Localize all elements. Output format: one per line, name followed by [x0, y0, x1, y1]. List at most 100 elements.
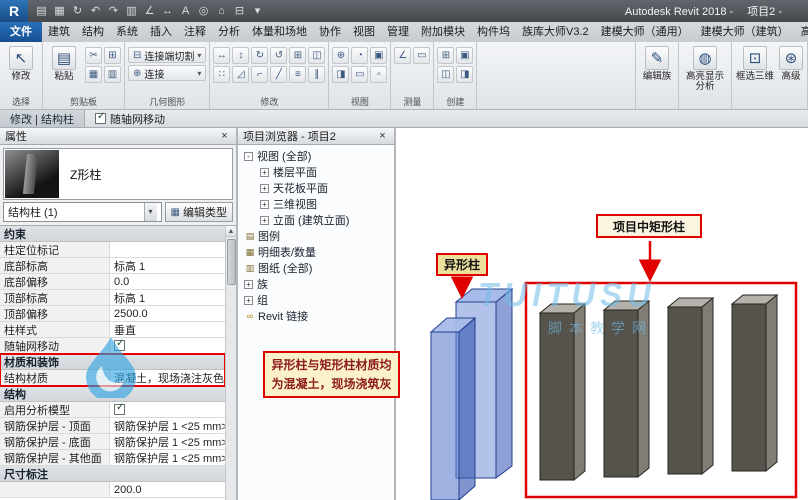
- create-group-icon[interactable]: ⊞: [437, 47, 454, 64]
- tab-file[interactable]: 文件: [0, 22, 42, 42]
- scrollbar-thumb[interactable]: [227, 239, 236, 285]
- displace-elements-icon[interactable]: ▭: [351, 66, 368, 83]
- customize-qat-icon[interactable]: ▾: [249, 3, 266, 20]
- join-button[interactable]: ⊕ 连接 ▾: [128, 65, 206, 81]
- redo-icon[interactable]: ↷: [105, 3, 122, 20]
- rect-column-2[interactable]: [604, 301, 649, 477]
- tab-modeling-master-general[interactable]: 建模大师（通用）: [595, 22, 695, 42]
- measure-tool-icon[interactable]: ∠: [394, 47, 411, 64]
- tab-view[interactable]: 视图: [347, 22, 381, 42]
- tab-analyze[interactable]: 分析: [212, 22, 246, 42]
- edit-family-button[interactable]: ✎ 编辑族: [639, 44, 675, 82]
- paste-options-icon[interactable]: ▥: [104, 66, 121, 83]
- property-group-dimensions[interactable]: 尺寸标注: [0, 466, 225, 482]
- browse-material-button[interactable]: [224, 372, 225, 384]
- trim-icon[interactable]: ⌐: [251, 66, 268, 83]
- tree-item-floor-plans[interactable]: +楼层平面: [238, 164, 394, 180]
- rect-column-4[interactable]: [732, 295, 777, 471]
- close-icon[interactable]: ×: [218, 130, 231, 142]
- tree-item-groups[interactable]: +组: [238, 292, 394, 308]
- 3d-view[interactable]: [396, 128, 808, 500]
- edit-type-button[interactable]: ▦ 编辑类型: [165, 202, 233, 222]
- checkbox[interactable]: [114, 340, 125, 351]
- tree-item-views[interactable]: -视图 (全部): [238, 148, 394, 164]
- join-end-cut-button[interactable]: ⊟ 连接端切割 ▾: [128, 47, 206, 63]
- tree-item-3d-views[interactable]: +三维视图: [238, 196, 394, 212]
- type-preview[interactable]: Z形柱: [3, 148, 233, 200]
- mirror-icon[interactable]: ↺: [270, 47, 287, 64]
- create-assembly-icon[interactable]: ◫: [437, 66, 454, 83]
- array-icon[interactable]: ⊞: [289, 47, 306, 64]
- tab-massing-site[interactable]: 体量和场地: [246, 22, 313, 42]
- tab-structure[interactable]: 结构: [76, 22, 110, 42]
- tab-family-library-master[interactable]: 族库大师V3.2: [516, 22, 595, 42]
- expand-icon[interactable]: +: [260, 216, 269, 225]
- tab-component-hub[interactable]: 构件坞: [471, 22, 516, 42]
- move-with-grids-option[interactable]: 随轴网移动: [95, 111, 165, 127]
- tree-item-families[interactable]: +族: [238, 276, 394, 292]
- hide-element-icon[interactable]: ⊕: [332, 47, 349, 64]
- move-icon[interactable]: ↔: [213, 47, 230, 64]
- sync-icon[interactable]: ↻: [69, 3, 86, 20]
- property-group-materials[interactable]: 材质和装饰: [0, 354, 225, 370]
- z-shaped-column[interactable]: [431, 289, 512, 500]
- scroll-up-icon[interactable]: ▲: [226, 226, 236, 237]
- expand-icon[interactable]: +: [244, 280, 253, 289]
- properties-header[interactable]: 属性 ×: [0, 128, 236, 145]
- tree-item-ceiling-plans[interactable]: +天花板平面: [238, 180, 394, 196]
- tab-architecture[interactable]: 建筑: [42, 22, 76, 42]
- scale-icon[interactable]: ◫: [308, 47, 325, 64]
- type-selector-dropdown[interactable]: 结构柱 (1) ▾: [3, 202, 162, 222]
- modify-button[interactable]: ↖ 修改: [3, 44, 39, 82]
- override-graphics-icon[interactable]: ◔: [351, 47, 368, 64]
- tree-item-legends[interactable]: ▤图例: [238, 228, 394, 244]
- cut-profile-icon[interactable]: ◨: [332, 66, 349, 83]
- project-browser-header[interactable]: 项目浏览器 - 项目2 ×: [238, 128, 394, 145]
- rect-column-1[interactable]: [540, 304, 585, 480]
- tab-modeling-master-arch[interactable]: 建模大师（建筑）: [695, 22, 795, 42]
- collapse-icon[interactable]: -: [244, 152, 253, 161]
- expand-icon[interactable]: +: [244, 296, 253, 305]
- offset-icon[interactable]: ◿: [232, 66, 249, 83]
- reveal-hidden-icon[interactable]: ▫: [370, 66, 387, 83]
- copy-to-clipboard-icon[interactable]: ⊞: [104, 47, 121, 64]
- revit-logo-icon[interactable]: R: [0, 0, 28, 22]
- tag-icon[interactable]: ◎: [195, 3, 212, 20]
- split-icon[interactable]: ╱: [270, 66, 287, 83]
- section-icon[interactable]: ⊟: [231, 3, 248, 20]
- expand-icon[interactable]: +: [260, 168, 269, 177]
- create-similar-icon[interactable]: ▣: [456, 47, 473, 64]
- advanced-button[interactable]: ⊛ 高级: [778, 44, 804, 82]
- tab-addins[interactable]: 附加模块: [415, 22, 471, 42]
- checkbox[interactable]: [114, 404, 125, 415]
- cut-to-clipboard-icon[interactable]: ✂: [85, 47, 102, 64]
- default-3d-view-icon[interactable]: ⌂: [213, 3, 230, 20]
- measure-icon[interactable]: ∠: [141, 3, 158, 20]
- box-select-3d-button[interactable]: ⊡ 框选三维: [735, 44, 775, 82]
- tree-item-schedules[interactable]: ▦明细表/数量: [238, 244, 394, 260]
- save-icon[interactable]: ▦: [51, 3, 68, 20]
- tab-insert[interactable]: 插入: [144, 22, 178, 42]
- pin-icon[interactable]: ≡: [289, 66, 306, 83]
- properties-scrollbar[interactable]: ▲: [225, 226, 236, 500]
- move-with-grids-checkbox[interactable]: [95, 113, 106, 124]
- close-icon[interactable]: ×: [376, 130, 389, 142]
- paste-button[interactable]: ▤ 粘贴: [46, 44, 82, 82]
- tab-collaborate[interactable]: 协作: [313, 22, 347, 42]
- undo-icon[interactable]: ↶: [87, 3, 104, 20]
- tree-item-elevations[interactable]: +立面 (建筑立面): [238, 212, 394, 228]
- create-parts-icon[interactable]: ◨: [456, 66, 473, 83]
- tab-annotate[interactable]: 注释: [178, 22, 212, 42]
- dimension-tool-icon[interactable]: ▭: [413, 47, 430, 64]
- linework-icon[interactable]: ▣: [370, 47, 387, 64]
- tab-advanced[interactable]: 高级: [795, 22, 808, 42]
- tab-manage[interactable]: 管理: [381, 22, 415, 42]
- delete-icon[interactable]: ∥: [308, 66, 325, 83]
- copy-icon[interactable]: ↕: [232, 47, 249, 64]
- rect-column-3[interactable]: [668, 298, 713, 474]
- text-icon[interactable]: A: [177, 3, 194, 20]
- expand-icon[interactable]: +: [260, 184, 269, 193]
- rotate-icon[interactable]: ↻: [251, 47, 268, 64]
- tree-item-revit-links[interactable]: ∞Revit 链接: [238, 308, 394, 324]
- expand-icon[interactable]: +: [260, 200, 269, 209]
